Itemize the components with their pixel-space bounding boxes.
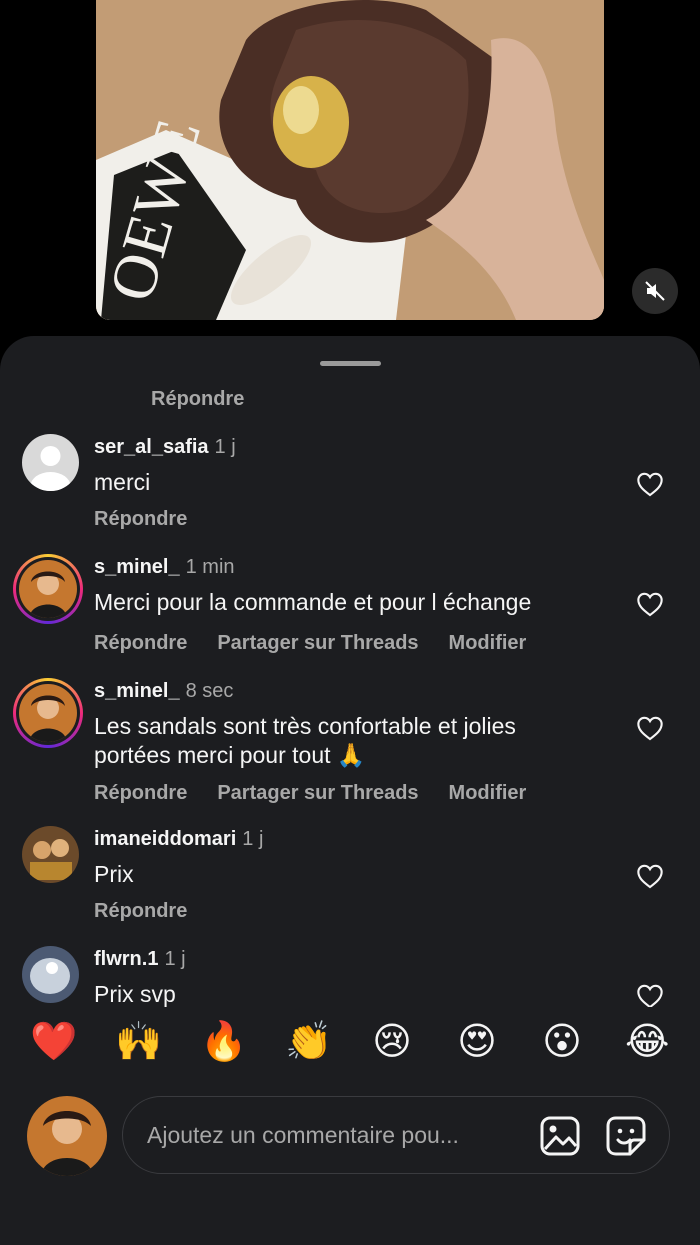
- heart-icon[interactable]: [636, 715, 664, 741]
- heart-icon[interactable]: [636, 471, 664, 497]
- drag-handle[interactable]: [320, 361, 381, 366]
- timestamp: 1 min: [185, 556, 235, 578]
- avatar[interactable]: [22, 826, 79, 883]
- reply-button[interactable]: Répondre: [94, 900, 187, 922]
- username[interactable]: flwrn.1: [94, 948, 158, 970]
- username[interactable]: ser_al_safia: [94, 436, 209, 458]
- username[interactable]: s_minel_: [94, 556, 180, 578]
- avatar[interactable]: [13, 554, 83, 624]
- emoji-cry[interactable]: 😢: [370, 1020, 414, 1064]
- username[interactable]: s_minel_: [94, 680, 180, 702]
- timestamp: 1 j: [164, 948, 186, 970]
- video-preview[interactable]: OEWE: [96, 0, 604, 320]
- timestamp: 1 j: [214, 436, 236, 458]
- mute-button[interactable]: [632, 268, 678, 314]
- edit-button[interactable]: Modifier: [449, 782, 527, 804]
- share-threads-button[interactable]: Partager sur Threads: [217, 782, 418, 804]
- reply-button[interactable]: Répondre: [94, 508, 187, 530]
- timestamp: 8 sec: [185, 680, 234, 702]
- emoji-surprised[interactable]: 😮: [540, 1020, 584, 1064]
- edit-button[interactable]: Modifier: [449, 632, 527, 654]
- heart-icon[interactable]: [636, 863, 664, 889]
- heart-icon[interactable]: [636, 591, 664, 617]
- current-user-avatar: [27, 1096, 107, 1176]
- comment-text: merci: [94, 469, 151, 495]
- comment-text: Les sandals sont très confortable et jol…: [94, 713, 516, 768]
- image-icon[interactable]: [539, 1115, 581, 1157]
- avatar[interactable]: [13, 678, 83, 748]
- emoji-heart[interactable]: ❤️: [30, 1020, 77, 1064]
- comments-list[interactable]: ser_al_safia 1 j merci Répondre s_minel_ 1…: [0, 424, 700, 1007]
- avatar[interactable]: [22, 434, 79, 491]
- reply-button[interactable]: Répondre: [94, 782, 187, 804]
- heart-icon[interactable]: [636, 983, 664, 1007]
- emoji-heart-eyes[interactable]: 😍: [455, 1020, 499, 1064]
- emoji-raised-hands[interactable]: 🙌: [115, 1020, 162, 1064]
- share-threads-button[interactable]: Partager sur Threads: [217, 632, 418, 654]
- avatar[interactable]: [22, 946, 79, 1003]
- comment-text: Merci pour la commande et pour l échange: [94, 589, 532, 615]
- emoji-reaction-bar: ❤️ 🙌 🔥 👏 😢 😍 😮 😂: [0, 1020, 700, 1076]
- comments-sheet: Répondre ser_al_safia 1 j merci Répondre …: [0, 336, 700, 1245]
- timestamp: 1 j: [242, 828, 264, 850]
- reply-link[interactable]: Répondre: [151, 388, 244, 411]
- emoji-fire[interactable]: 🔥: [200, 1020, 247, 1064]
- comment-input-placeholder: Ajoutez un commentaire pou...: [147, 1122, 459, 1148]
- sticker-icon[interactable]: [605, 1115, 647, 1157]
- emoji-laugh[interactable]: 😂: [625, 1020, 669, 1064]
- comment-text: Prix: [94, 861, 134, 887]
- speaker-muted-icon: [645, 281, 665, 301]
- username[interactable]: imaneiddomari: [94, 828, 236, 850]
- comment-input[interactable]: Ajoutez un commentaire pou...: [122, 1096, 670, 1174]
- emoji-clap[interactable]: 👏: [285, 1020, 332, 1064]
- reply-button[interactable]: Répondre: [94, 632, 187, 654]
- comment-text: Prix svp: [94, 981, 176, 1007]
